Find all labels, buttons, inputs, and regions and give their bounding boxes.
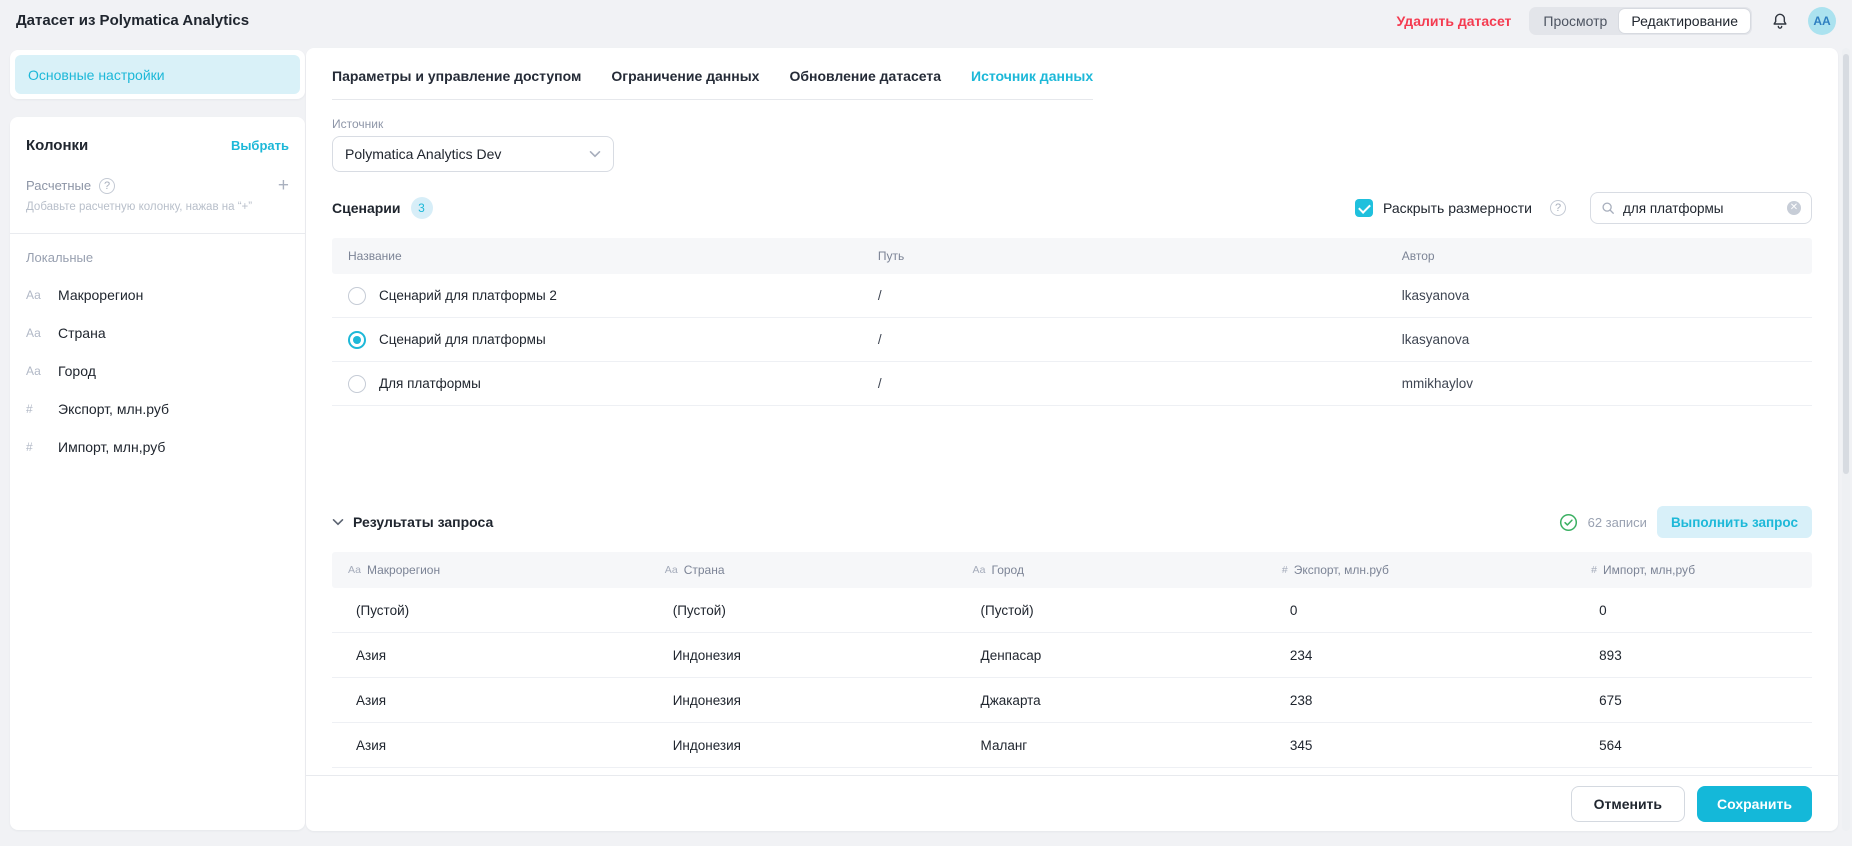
column-item-import[interactable]: # Импорт, млн,руб bbox=[26, 439, 289, 455]
cancel-button[interactable]: Отменить bbox=[1571, 786, 1685, 822]
calculated-label: Расчетные bbox=[26, 178, 91, 193]
radio-button[interactable] bbox=[348, 375, 366, 393]
source-select[interactable]: Polymatica Analytics Dev bbox=[332, 136, 614, 172]
tab-params-access[interactable]: Параметры и управление доступом bbox=[332, 68, 581, 84]
mode-edit-button[interactable]: Редактирование bbox=[1619, 9, 1750, 33]
table-row[interactable]: Для платформы / mmikhaylov bbox=[332, 362, 1812, 406]
column-item-gorod[interactable]: Аа Город bbox=[26, 363, 289, 379]
search-icon bbox=[1601, 201, 1615, 215]
header-path: Путь bbox=[862, 249, 1386, 263]
table-row-selected[interactable]: Сценарий для платформы / lkasyanova bbox=[332, 318, 1812, 362]
clear-search-icon[interactable]: ✕ bbox=[1787, 201, 1801, 215]
tab-dataset-update[interactable]: Обновление датасета bbox=[789, 68, 941, 84]
records-count: 62 записи bbox=[1588, 515, 1647, 530]
footer: Отменить Сохранить bbox=[306, 775, 1838, 831]
text-type-icon: Аа bbox=[26, 364, 44, 378]
question-icon[interactable]: ? bbox=[1550, 200, 1566, 216]
table-row: АзияИндонезияДжакарта238675 bbox=[332, 678, 1812, 723]
tab-data-restriction[interactable]: Ограничение данных bbox=[611, 68, 759, 84]
notifications-bell-icon[interactable] bbox=[1770, 11, 1790, 31]
results-title: Результаты запроса bbox=[353, 514, 493, 530]
source-select-value: Polymatica Analytics Dev bbox=[345, 146, 501, 162]
add-calculated-column-button[interactable]: + bbox=[278, 176, 289, 195]
text-type-icon: Аа bbox=[26, 288, 44, 302]
run-query-button[interactable]: Выполнить запрос bbox=[1657, 506, 1812, 538]
table-row: АзияИндонезияДенпасар234893 bbox=[332, 633, 1812, 678]
columns-select-link[interactable]: Выбрать bbox=[231, 138, 289, 153]
scenario-search: ✕ bbox=[1590, 192, 1812, 224]
sidebar-nav-card: Основные настройки bbox=[10, 50, 305, 99]
number-type-icon: # bbox=[1282, 564, 1288, 576]
table-row: (Пустой)(Пустой)(Пустой)00 bbox=[332, 588, 1812, 633]
calculated-hint: Добавьте расчетную колонку, нажав на “+” bbox=[26, 201, 289, 213]
radio-button[interactable] bbox=[348, 287, 366, 305]
results-header-row: Результаты запроса 62 записи Выполнить з… bbox=[332, 506, 1812, 538]
scenarios-header-row: Сценарии 3 Раскрыть размерности ? ✕ bbox=[332, 192, 1812, 224]
scenarios-count-badge: 3 bbox=[411, 197, 433, 219]
columns-panel: Колонки Выбрать Расчетные ? + Добавьте р… bbox=[10, 117, 305, 830]
number-type-icon: # bbox=[26, 440, 44, 454]
column-item-eksport[interactable]: # Экспорт, млн.руб bbox=[26, 401, 289, 417]
text-type-icon: Аа bbox=[26, 326, 44, 340]
column-item-makroregion[interactable]: Аа Макрорегион bbox=[26, 287, 289, 303]
radio-button-checked[interactable] bbox=[348, 331, 366, 349]
scenarios-table-header: Название Путь Автор bbox=[332, 238, 1812, 274]
header-author: Автор bbox=[1386, 249, 1812, 263]
table-row[interactable]: Сценарий для платформы 2 / lkasyanova bbox=[332, 274, 1812, 318]
scenarios-table: Название Путь Автор Сценарий для платфор… bbox=[332, 238, 1812, 406]
text-type-icon: Аа bbox=[973, 564, 986, 576]
tab-data-source[interactable]: Источник данных bbox=[971, 68, 1093, 84]
mode-switch: Просмотр Редактирование bbox=[1529, 7, 1752, 35]
success-check-icon bbox=[1559, 513, 1578, 532]
text-type-icon: Аа bbox=[665, 564, 678, 576]
text-type-icon: Аа bbox=[348, 564, 361, 576]
results-table-header: АаМакрорегион АаСтрана АаГород #Экспорт,… bbox=[332, 552, 1812, 588]
source-label: Источник bbox=[332, 117, 1812, 131]
number-type-icon: # bbox=[26, 402, 44, 416]
topbar: Датасет из Polymatica Analytics Удалить … bbox=[0, 0, 1852, 41]
tab-bar: Параметры и управление доступом Ограниче… bbox=[332, 68, 1093, 100]
chevron-down-icon bbox=[589, 150, 601, 158]
search-input[interactable] bbox=[1623, 201, 1779, 216]
scrollbar-thumb[interactable] bbox=[1843, 54, 1849, 474]
table-row: АзияИндонезияМаланг345564 bbox=[332, 723, 1812, 768]
question-icon[interactable]: ? bbox=[99, 178, 115, 194]
chevron-down-icon bbox=[332, 518, 344, 526]
columns-title: Колонки bbox=[26, 137, 88, 154]
results-table: АаМакрорегион АаСтрана АаГород #Экспорт,… bbox=[332, 552, 1812, 768]
page-title: Датасет из Polymatica Analytics bbox=[16, 12, 249, 29]
column-item-strana[interactable]: Аа Страна bbox=[26, 325, 289, 341]
delete-dataset-button[interactable]: Удалить датасет bbox=[1396, 13, 1511, 29]
main-panel: Параметры и управление доступом Ограниче… bbox=[306, 48, 1838, 831]
scenarios-title: Сценарии bbox=[332, 200, 401, 216]
topbar-actions: Удалить датасет Просмотр Редактирование … bbox=[1396, 7, 1836, 35]
results-collapse-toggle[interactable]: Результаты запроса bbox=[332, 514, 493, 530]
sidebar-divider bbox=[10, 233, 305, 234]
header-name: Название bbox=[332, 249, 862, 263]
local-columns-label: Локальные bbox=[26, 250, 289, 265]
sidebar: Основные настройки Колонки Выбрать Расче… bbox=[10, 50, 305, 830]
scrollbar-track[interactable] bbox=[1842, 48, 1850, 831]
expand-dimensions-label: Раскрыть размерности bbox=[1383, 200, 1532, 216]
avatar[interactable]: АА bbox=[1808, 7, 1836, 35]
save-button[interactable]: Сохранить bbox=[1697, 786, 1812, 822]
number-type-icon: # bbox=[1591, 564, 1597, 576]
sidebar-item-main-settings[interactable]: Основные настройки bbox=[15, 55, 300, 94]
page: Датасет из Polymatica Analytics Удалить … bbox=[0, 0, 1852, 846]
mode-view-button[interactable]: Просмотр bbox=[1531, 9, 1619, 33]
expand-dimensions-checkbox[interactable] bbox=[1355, 199, 1373, 217]
